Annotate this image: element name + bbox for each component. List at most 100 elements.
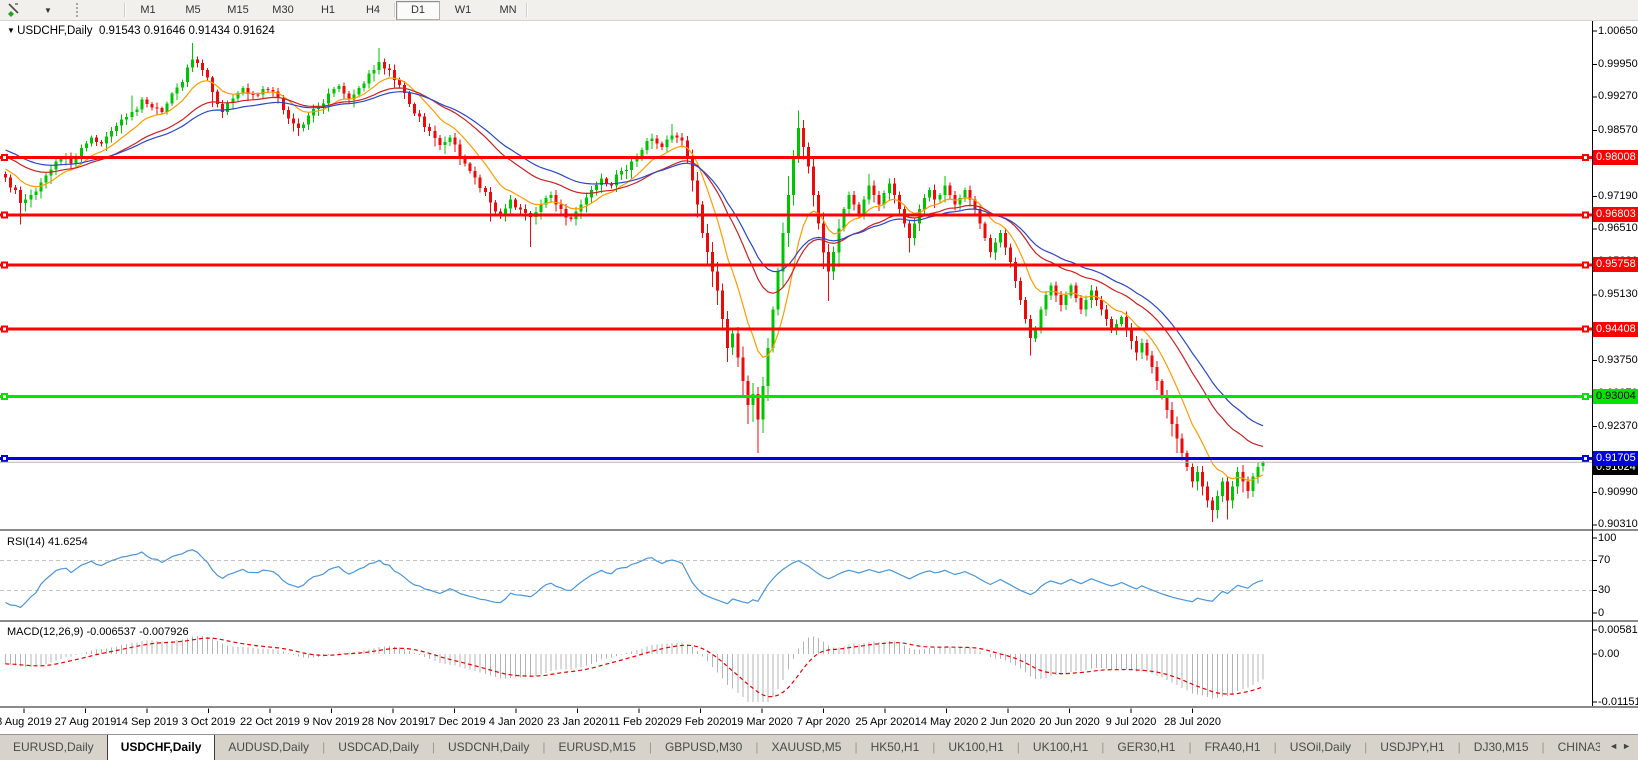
chart-tab-USDCNH-Daily[interactable]: USDCNH,Daily: [435, 735, 542, 760]
y-axis-label: 0.98570: [1598, 123, 1638, 136]
timeframe-toolbar: ▼ M1 M5 M15 M30 H1 H4 D1 W1 MN: [0, 0, 1638, 21]
ma-fast-line: [5, 77, 1264, 482]
axis-ticks: [23, 30, 1597, 713]
x-axis-label: 2 Jun 2020: [980, 716, 1036, 728]
timeframe-button-W1[interactable]: W1: [441, 1, 485, 20]
rsi-axis-label: 30: [1598, 584, 1611, 596]
panel-borders: [0, 20, 1638, 709]
horizontal-price-line[interactable]: [0, 454, 1592, 462]
horizontal-price-line[interactable]: [0, 211, 1592, 219]
macd-axis-label: 0.005818: [1598, 623, 1638, 636]
y-axis-label: 0.92370: [1598, 420, 1638, 433]
chart-tab-HK50-H1[interactable]: HK50,H1: [858, 735, 933, 760]
timeframe-button-M1[interactable]: M1: [126, 1, 170, 20]
rsi-indicator-label: RSI(14) 41.6254: [7, 536, 88, 548]
y-axis-label: 0.99950: [1598, 58, 1638, 70]
y-axis-label: 0.93750: [1598, 354, 1638, 367]
x-axis-label: 28 Jul 2020: [1164, 716, 1221, 728]
toolbar-grip[interactable]: [76, 3, 78, 17]
x-axis-label: 8 Aug 2019: [0, 716, 52, 728]
x-axis-label: 14 Sep 2019: [115, 716, 179, 728]
chart-tab-EURUSD-Daily[interactable]: EURUSD,Daily: [0, 735, 107, 760]
pointer-tool-dropdown-icon[interactable]: ▼: [44, 6, 52, 15]
timeframe-button-M15[interactable]: M15: [216, 1, 260, 20]
tab-scroll-arrows: ◄►: [1603, 741, 1635, 751]
timeframe-button-H1[interactable]: H1: [306, 1, 350, 20]
chart-tab-CHINA300-H4[interactable]: CHINA300,H4: [1545, 735, 1600, 760]
chart-tab-DJ30-M15[interactable]: DJ30,M15: [1461, 735, 1542, 760]
price-line-badge: 0.96803: [1593, 207, 1638, 223]
x-axis-label: 25 Apr 2020: [855, 716, 915, 728]
chart-tab-USDJPY-H1[interactable]: USDJPY,H1: [1367, 735, 1457, 760]
x-axis-label: 28 Nov 2019: [361, 716, 425, 728]
timeframe-button-M5[interactable]: M5: [171, 1, 215, 20]
macd-indicator-label: MACD(12,26,9) -0.006537 -0.007926: [7, 626, 189, 638]
y-axis-label: 0.90310: [1598, 518, 1638, 531]
horizontal-price-line[interactable]: [0, 325, 1592, 333]
macd-histogram: [5, 635, 1264, 702]
chart-tab-GBPUSD-M30[interactable]: GBPUSD,M30: [652, 735, 755, 760]
y-axis-label: 1.00650: [1598, 24, 1638, 37]
macd-axis-label: 0.00: [1598, 647, 1620, 660]
x-axis-label: 9 Nov 2019: [303, 716, 360, 728]
chart-canvas[interactable]: [0, 0, 1638, 760]
ma-slow-line: [5, 91, 1264, 427]
horizontal-price-line[interactable]: [0, 392, 1592, 400]
macd-axis-label: -0.011514: [1598, 695, 1638, 708]
tab-scroll-left-icon[interactable]: ◄: [1609, 741, 1622, 751]
chart-title-ohlc: 0.91543 0.91646 0.91434 0.91624: [98, 25, 275, 37]
chart-tab-bar: EURUSD,Daily USDCHF,Daily AUDUSD,Daily | USD…: [0, 734, 1638, 760]
tab-scroll-right-icon[interactable]: ►: [1622, 741, 1635, 751]
x-axis-label: 17 Dec 2019: [423, 716, 486, 728]
chart-tab-USDCHF-Daily[interactable]: USDCHF,Daily: [106, 735, 216, 760]
x-axis-label: 11 Feb 2020: [608, 716, 670, 728]
chart-tab-FRA40-H1[interactable]: FRA40,H1: [1192, 735, 1274, 760]
x-axis-label: 14 May 2020: [914, 716, 979, 728]
rsi-line: [5, 549, 1264, 609]
chart-tab-UK100-H1[interactable]: UK100,H1: [1020, 735, 1101, 760]
y-axis-label: 0.97190: [1598, 189, 1638, 202]
chart-tab-XAUUSD-M5[interactable]: XAUUSD,M5: [758, 735, 854, 760]
candlesticks: [4, 43, 1265, 523]
chart-tab-USDCAD-Daily[interactable]: USDCAD,Daily: [325, 735, 432, 760]
x-axis-label: 7 Apr 2020: [796, 716, 851, 728]
timeframe-button-H4[interactable]: H4: [351, 1, 395, 20]
price-line-badge: 0.98008: [1593, 149, 1638, 165]
chart-title: ▼ USDCHF,Daily 0.91543 0.91646 0.91434 0…: [7, 25, 275, 37]
chart-tab-UK100-H1[interactable]: UK100,H1: [935, 735, 1016, 760]
timeframe-button-MN[interactable]: MN: [486, 1, 530, 20]
rsi-axis-label: 70: [1598, 554, 1611, 566]
horizontal-price-line[interactable]: [0, 153, 1592, 161]
x-axis-label: 23 Jan 2020: [547, 716, 608, 728]
trading-app-window: ▼ M1 M5 M15 M30 H1 H4 D1 W1 MN ▼ USDCHF,Daily 0.…: [0, 0, 1638, 760]
x-axis-label: 22 Oct 2019: [240, 716, 300, 728]
x-axis-label: 20 Jun 2020: [1039, 716, 1100, 728]
price-line-badge: 0.93004: [1593, 388, 1638, 404]
timeframe-button-D1[interactable]: D1: [396, 1, 440, 20]
x-axis-label: 27 Aug 2019: [54, 716, 117, 728]
y-axis-label: 0.99270: [1598, 90, 1638, 103]
timeframe-button-M30[interactable]: M30: [261, 1, 305, 20]
toolbar-separator: [394, 3, 396, 17]
chart-title-symbol: USDCHF,Daily: [17, 25, 93, 37]
chart-tab-AUDUSD-Daily[interactable]: AUDUSD,Daily: [215, 735, 322, 760]
rsi-axis-label: 0: [1598, 606, 1605, 619]
price-line-badge: 0.94408: [1593, 321, 1638, 337]
x-axis-label: 29 Feb 2020: [669, 716, 732, 728]
x-axis-label: 9 Jul 2020: [1105, 716, 1157, 728]
y-axis-label: 0.96510: [1598, 222, 1638, 235]
chart-tab-USOil-Daily[interactable]: USOil,Daily: [1277, 735, 1364, 760]
price-line-badge: 0.91705: [1593, 450, 1638, 466]
price-line-badge: 0.95758: [1593, 257, 1638, 273]
macd-signal-line: [5, 637, 1264, 698]
chart-tab-GER30-H1[interactable]: GER30,H1: [1104, 735, 1188, 760]
toolbar-separator: [526, 3, 528, 17]
x-axis-label: 19 Mar 2020: [731, 716, 793, 728]
rsi-axis-label: 100: [1598, 531, 1617, 544]
ma-medium-line: [5, 87, 1264, 447]
chart-symbol-dropdown-icon[interactable]: ▼: [7, 26, 17, 35]
x-axis-label: 4 Jan 2020: [488, 716, 544, 728]
horizontal-price-line[interactable]: [0, 261, 1592, 269]
y-axis-label: 0.90990: [1598, 486, 1638, 498]
chart-tab-EURUSD-M15[interactable]: EURUSD,M15: [545, 735, 648, 760]
